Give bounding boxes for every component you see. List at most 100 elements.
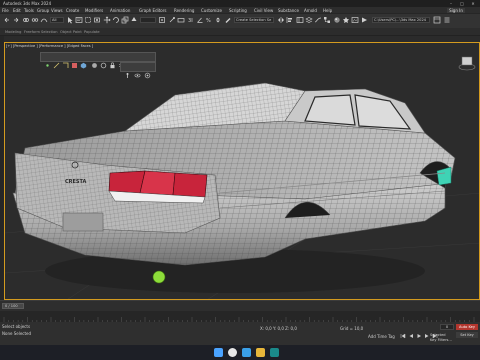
viewport-label-menu[interactable]: [+] [Perspective ] [Performance ] [Edged…: [6, 44, 93, 48]
menu-animation[interactable]: Animation: [110, 8, 130, 13]
command-panel-icon[interactable]: [443, 16, 451, 24]
track-bar[interactable]: [0, 311, 480, 324]
percent-snap-icon[interactable]: %: [205, 16, 213, 24]
mirror-icon[interactable]: [277, 16, 285, 24]
current-frame-field[interactable]: 0: [440, 324, 454, 330]
menu-views[interactable]: Views: [51, 8, 63, 13]
settings-icon[interactable]: [146, 54, 153, 68]
schematic-view-icon[interactable]: [323, 16, 331, 24]
named-selection-set-dropdown[interactable]: Create Selection Se: [234, 17, 274, 23]
menu-graph-editors[interactable]: Graph Editors: [139, 8, 166, 13]
menu-substance[interactable]: Substance: [278, 8, 299, 13]
angle-snap-icon[interactable]: [196, 16, 204, 24]
minimize-button[interactable]: –: [446, 1, 456, 6]
spinner-snap-icon[interactable]: [214, 16, 222, 24]
align-icon[interactable]: [286, 16, 294, 24]
menu-modifiers[interactable]: Modifiers: [85, 8, 103, 13]
add-time-tag-button[interactable]: Add Time Tag: [368, 334, 395, 339]
previous-frame-icon[interactable]: [408, 324, 414, 338]
toggle-scene-explorer-icon[interactable]: [296, 16, 304, 24]
pin-icon[interactable]: [124, 64, 131, 78]
ribbon-tab-object-paint[interactable]: Object Paint: [60, 30, 82, 34]
region-select-icon[interactable]: [84, 16, 92, 24]
menu-rendering[interactable]: Rendering: [174, 8, 194, 13]
ribbon-tab-selection[interactable]: Selection: [41, 30, 58, 34]
edit-named-selection-icon[interactable]: [224, 16, 232, 24]
start-menu-icon[interactable]: [214, 348, 223, 357]
3ds-max-taskbar-icon[interactable]: [270, 348, 279, 357]
ignore-backfacing-icon[interactable]: [136, 54, 143, 69]
reference-coordinate-dropdown[interactable]: [140, 17, 156, 23]
time-slider[interactable]: 0 / 100: [0, 300, 480, 311]
hide-icon[interactable]: [134, 64, 141, 78]
selection-filter-dropdown[interactable]: All: [50, 17, 64, 23]
toggle-layer-explorer-icon[interactable]: [305, 16, 313, 24]
sign-in-button[interactable]: Sign In: [447, 8, 465, 13]
menu-help[interactable]: Help: [323, 8, 332, 13]
maximize-button[interactable]: □: [457, 1, 467, 6]
next-frame-icon[interactable]: [424, 324, 430, 338]
shaded-icon[interactable]: [91, 54, 98, 68]
move-icon[interactable]: [103, 16, 111, 24]
search-icon[interactable]: [228, 348, 237, 357]
select-object-icon[interactable]: [66, 16, 74, 24]
edge-icon[interactable]: [53, 54, 60, 69]
grid-icon[interactable]: [118, 54, 125, 68]
file-explorer-icon[interactable]: [256, 348, 265, 357]
snaps-toggle-icon[interactable]: 3: [187, 16, 195, 24]
vertex-icon[interactable]: [44, 54, 51, 67]
scale-icon[interactable]: [121, 16, 129, 24]
select-by-name-icon[interactable]: [75, 16, 83, 24]
menu-customize[interactable]: Customize: [201, 8, 222, 13]
render-production-icon[interactable]: [360, 16, 368, 24]
undo-icon[interactable]: [3, 16, 11, 24]
auto-key-button[interactable]: Auto Key: [456, 324, 478, 330]
rotate-icon[interactable]: [112, 16, 120, 24]
polygon-icon[interactable]: [71, 54, 78, 68]
pivot-center-icon[interactable]: [158, 16, 166, 24]
ribbon-tab-freeform[interactable]: Freeform: [24, 30, 40, 34]
bind-spacewarp-icon[interactable]: [40, 16, 48, 24]
border-icon[interactable]: [62, 54, 69, 68]
element-icon[interactable]: [80, 54, 87, 69]
go-to-start-icon[interactable]: [400, 324, 406, 339]
menu-scripting[interactable]: Scripting: [229, 8, 247, 13]
set-key-button[interactable]: Set Key: [456, 332, 478, 338]
go-to-end-icon[interactable]: [432, 324, 438, 339]
maxscript-listener-hint[interactable]: Select objects: [2, 324, 30, 329]
coordinate-readout[interactable]: X: 0,0 Y: 0,0 Z: 0,0: [260, 326, 297, 331]
render-setup-icon[interactable]: [342, 16, 350, 24]
material-editor-icon[interactable]: [333, 16, 341, 24]
view-cube[interactable]: [458, 56, 476, 71]
smoothing-icon[interactable]: [127, 54, 134, 68]
redo-icon[interactable]: [12, 16, 20, 24]
lock-icon[interactable]: [109, 54, 116, 69]
curve-editor-icon[interactable]: [314, 16, 322, 24]
menu-file[interactable]: File: [2, 8, 9, 13]
wireframe-icon[interactable]: [100, 54, 107, 69]
window-crossing-icon[interactable]: [93, 16, 101, 24]
placement-icon[interactable]: [130, 16, 138, 24]
rendered-frame-window-icon[interactable]: [351, 16, 359, 24]
menu-edit[interactable]: Edit: [13, 8, 21, 13]
menu-arnold[interactable]: Arnold: [304, 8, 317, 13]
key-filters-button[interactable]: Key Filters...: [430, 338, 452, 343]
unlink-icon[interactable]: [31, 16, 39, 24]
workspaces-icon[interactable]: [433, 16, 441, 24]
menu-create[interactable]: Create: [66, 8, 79, 13]
time-slider-thumb[interactable]: 0 / 100: [2, 303, 24, 309]
menu-tools[interactable]: Tools: [24, 8, 34, 13]
isolate-icon[interactable]: [144, 64, 151, 79]
ribbon-tab-populate[interactable]: Populate: [84, 30, 100, 34]
keyboard-shortcut-icon[interactable]: [177, 16, 185, 24]
workspace-path-dropdown[interactable]: C:\Users\PC\...\3ds Max 2024: [372, 17, 430, 23]
menu-civil-view[interactable]: Civil View: [254, 8, 273, 13]
ribbon-tab-modeling[interactable]: Modeling: [5, 30, 21, 34]
link-icon[interactable]: [22, 16, 30, 24]
play-icon[interactable]: [416, 324, 422, 338]
select-manipulate-icon[interactable]: [168, 16, 176, 24]
menu-group[interactable]: Group: [37, 8, 49, 13]
perspective-viewport[interactable]: CRESTA: [4, 42, 480, 300]
close-button[interactable]: ✕: [468, 1, 478, 6]
browser-icon[interactable]: [242, 348, 251, 357]
